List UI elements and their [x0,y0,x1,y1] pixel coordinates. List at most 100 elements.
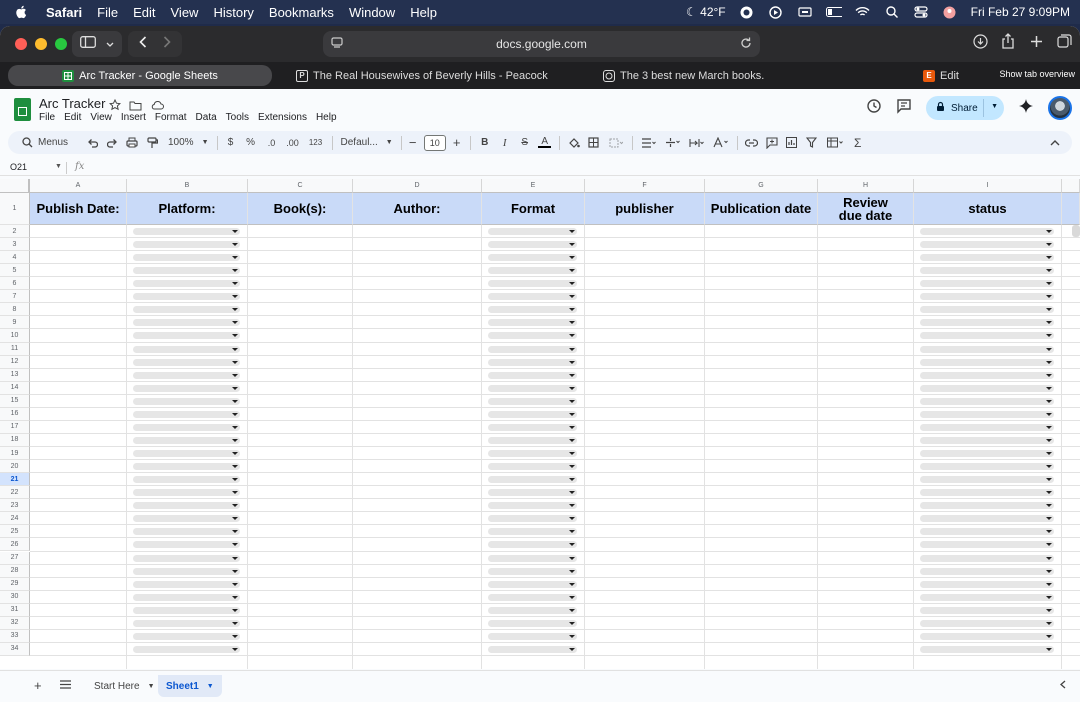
menu-app-safari[interactable]: Safari [46,5,82,20]
dropdown-chip[interactable] [488,254,577,262]
strikethrough-button[interactable]: S [515,133,535,153]
column-header-h[interactable]: H [818,179,914,193]
sheet-tab-dropdown-icon[interactable]: ▼ [207,683,214,690]
column-header-d[interactable]: D [353,179,482,193]
dropdown-chip[interactable] [133,502,240,510]
dropdown-chip[interactable] [920,450,1054,458]
address-bar[interactable]: docs.google.com [323,31,760,57]
dropdown-chip[interactable] [920,332,1054,340]
text-rotation-icon[interactable] [709,133,733,153]
text-color-button[interactable]: A [535,133,555,153]
share-icon[interactable] [1000,33,1016,49]
column-header-i[interactable]: I [914,179,1062,193]
row-header-3[interactable]: 3 [0,238,30,252]
row-header-23[interactable]: 23 [0,499,30,513]
increase-font-size-button[interactable]: + [450,133,464,153]
row-header-24[interactable]: 24 [0,512,30,526]
dropdown-chip[interactable] [920,254,1054,262]
row-header-18[interactable]: 18 [0,433,30,447]
clock-datetime[interactable]: Fri Feb 27 9:09PM [971,5,1070,19]
column-header-partial[interactable] [1062,179,1080,193]
name-box[interactable]: O21 [10,162,27,172]
insert-chart-icon[interactable] [782,133,802,153]
dropdown-chip[interactable] [133,228,240,235]
row-header-31[interactable]: 31 [0,603,30,617]
header-cell-h[interactable]: Review due date [818,193,914,225]
dropdown-chip[interactable] [488,450,577,458]
row-header-13[interactable]: 13 [0,368,30,382]
horizontal-align-icon[interactable] [637,133,661,153]
downloads-icon[interactable] [972,33,988,49]
row-header-16[interactable]: 16 [0,407,30,421]
increase-decimal-button[interactable]: .00 [282,133,304,153]
dropdown-chip[interactable] [920,606,1054,614]
menu-history[interactable]: History [213,5,253,20]
dropdown-chip[interactable] [920,319,1054,327]
dropdown-chip[interactable] [133,554,240,562]
search-icon[interactable] [884,5,900,19]
account-avatar[interactable] [1048,96,1072,120]
column-header-g[interactable]: G [705,179,818,193]
sheets-menu-insert[interactable]: Insert [121,112,146,123]
sheets-menu-help[interactable]: Help [316,112,337,123]
dropdown-chip[interactable] [488,436,577,444]
sheets-menu-tools[interactable]: Tools [226,112,249,123]
row-header-15[interactable]: 15 [0,394,30,408]
dropdown-chip[interactable] [133,489,240,497]
undo-icon[interactable] [82,133,102,153]
dropdown-chip[interactable] [920,306,1054,314]
weather-status[interactable]: ☾ 42°F [686,5,726,19]
filter-icon[interactable] [802,133,822,153]
dropdown-chip[interactable] [920,358,1054,366]
row-header-26[interactable]: 26 [0,538,30,552]
dropdown-chip[interactable] [133,254,240,262]
cell-area[interactable] [30,225,1080,669]
dropdown-chip[interactable] [133,241,240,249]
font-size-input[interactable]: 10 [423,134,446,151]
collapse-side-panel-icon[interactable] [1060,680,1066,692]
tab-arc-tracker[interactable]: Arc Tracker - Google Sheets [8,65,272,86]
wifi-icon[interactable] [855,5,871,19]
row-header-20[interactable]: 20 [0,460,30,474]
dropdown-chip[interactable] [920,436,1054,444]
dropdown-chip[interactable] [133,371,240,379]
dropdown-chip[interactable] [488,371,577,379]
column-header-c[interactable]: C [248,179,353,193]
dropdown-chip[interactable] [133,410,240,418]
row-header-30[interactable]: 30 [0,590,30,604]
apple-logo-icon[interactable] [14,4,28,20]
battery-icon[interactable] [825,5,842,19]
dropdown-chip[interactable] [920,619,1054,627]
dropdown-chip[interactable] [920,410,1054,418]
dropdown-chip[interactable] [488,384,577,392]
forward-button[interactable] [163,35,171,53]
dropdown-chip[interactable] [920,241,1054,249]
vertical-align-icon[interactable] [661,133,685,153]
tab-edit[interactable]: E Edit [917,65,965,86]
collapse-toolbar-icon[interactable] [1050,133,1060,153]
dropdown-chip[interactable] [133,345,240,353]
borders-icon[interactable] [584,133,604,153]
name-box-dropdown-icon[interactable]: ▼ [55,163,62,170]
dropdown-chip[interactable] [920,515,1054,523]
dropdown-chip[interactable] [488,567,577,575]
zoom-window-button[interactable] [55,38,67,50]
text-wrapping-icon[interactable] [685,133,709,153]
dropdown-chip[interactable] [133,280,240,288]
sidebar-toggle-button[interactable] [72,31,122,57]
italic-button[interactable]: I [495,133,515,153]
new-tab-plus-icon[interactable] [1028,33,1044,49]
dropdown-chip[interactable] [488,489,577,497]
play-icon[interactable] [768,5,784,19]
dropdown-chip[interactable] [133,645,240,653]
gemini-sparkle-icon[interactable] [1018,98,1034,119]
decrease-decimal-button[interactable]: .0 [262,133,282,153]
header-cell-b[interactable]: Platform: [127,193,248,225]
header-cell-g[interactable]: Publication date [705,193,818,225]
column-header-f[interactable]: F [585,179,705,193]
sheets-menu-extensions[interactable]: Extensions [258,112,307,123]
dropdown-chip[interactable] [133,580,240,588]
dropdown-chip[interactable] [920,397,1054,405]
fill-color-icon[interactable] [564,133,584,153]
font-select[interactable]: Defaul... ▼ [341,133,393,153]
